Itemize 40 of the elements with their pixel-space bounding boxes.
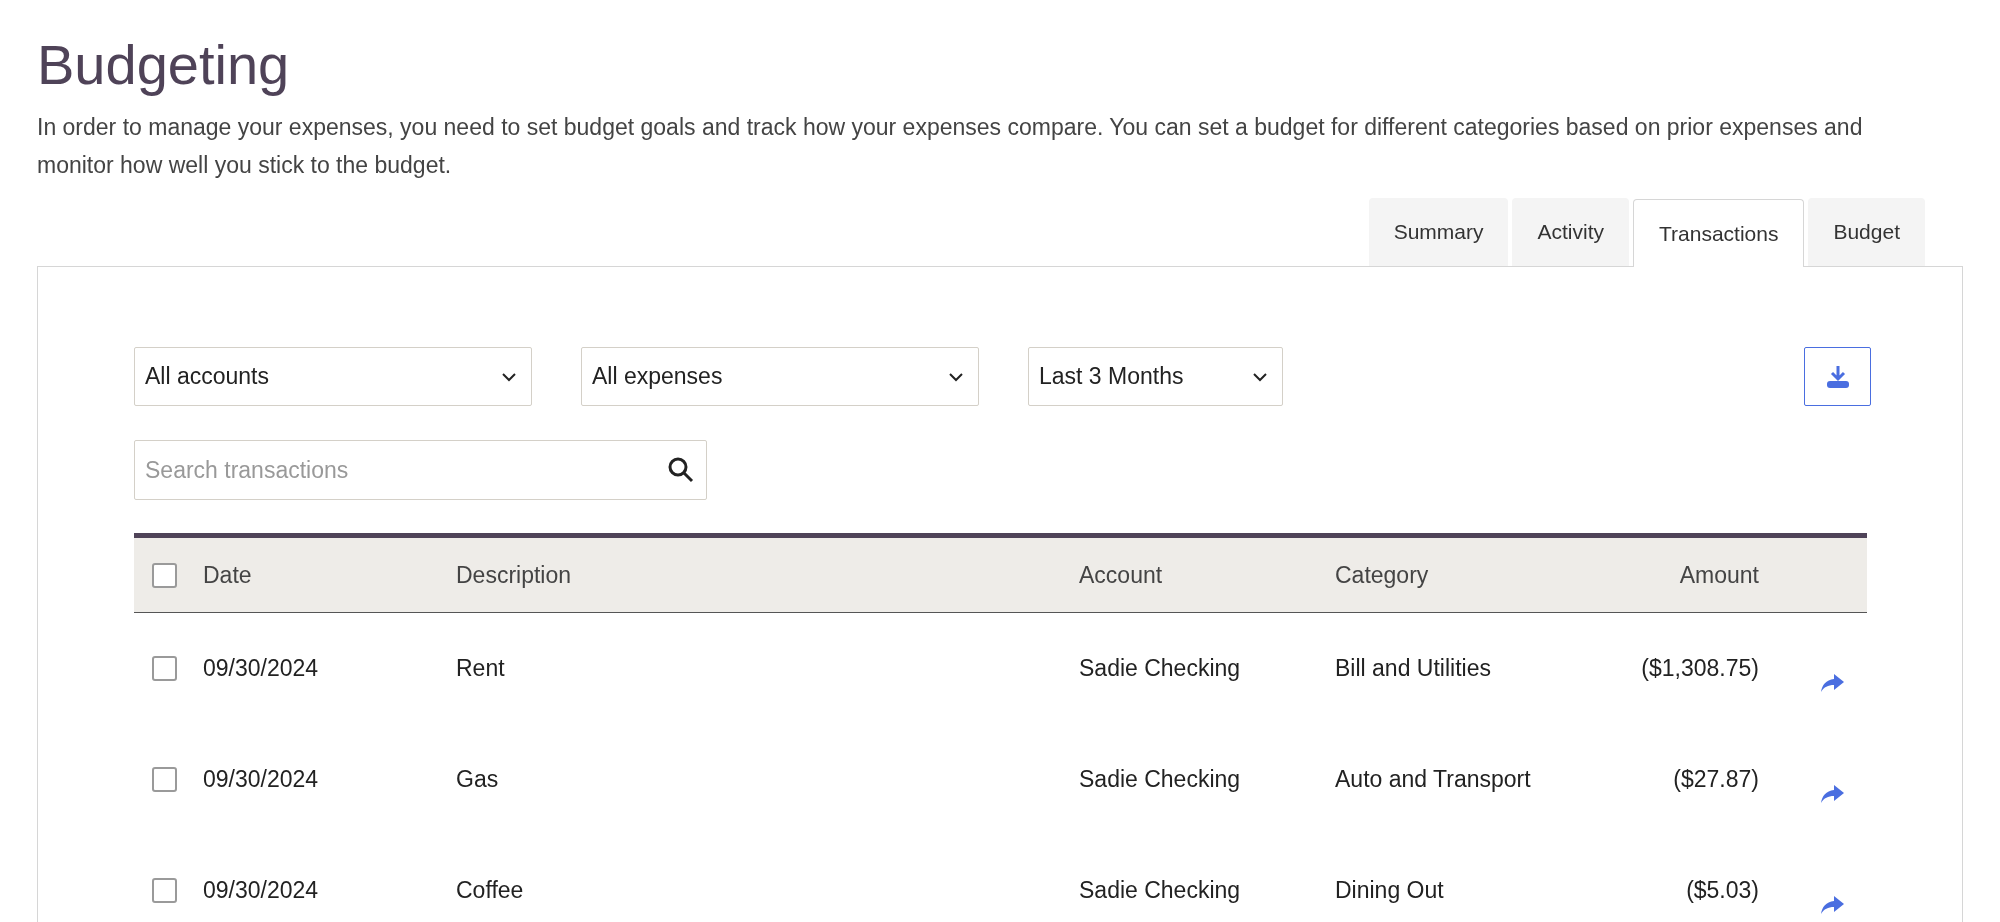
- tab[interactable]: Summary: [1368, 198, 1509, 266]
- search-icon: [667, 456, 695, 484]
- table-cell-text: Sadie Checking: [1079, 654, 1242, 684]
- table-cell-text: 09/30/2024: [203, 876, 320, 906]
- checkbox[interactable]: [152, 656, 177, 681]
- caret-icon: [1252, 371, 1268, 382]
- filter-dropdown[interactable]: All accounts: [134, 347, 532, 406]
- tab[interactable]: Budget: [1808, 198, 1925, 266]
- column-header: Category: [1335, 560, 1430, 590]
- caret-icon: [948, 371, 964, 382]
- page-title: Budgeting: [37, 32, 291, 98]
- table-cell-text: 09/30/2024: [203, 765, 320, 795]
- tab[interactable]: Transactions: [1633, 199, 1805, 267]
- table-cell-text: 09/30/2024: [203, 654, 320, 684]
- checkbox[interactable]: [152, 562, 177, 588]
- column-header: Account: [1079, 560, 1164, 590]
- tab[interactable]: Activity: [1512, 198, 1629, 266]
- caret-icon: [501, 371, 517, 382]
- column-header: Date: [203, 560, 253, 590]
- table-cell-text: Bill and Utilities: [1335, 654, 1492, 684]
- table-cell-text: Dining Out: [1335, 876, 1445, 906]
- download-icon: [1824, 363, 1851, 390]
- table-cell-text: ($1,308.75): [1640, 654, 1759, 684]
- intro-paragraph: In order to manage your expenses, you need to set budget goals and track how your expenses compare. You can set a budget for different categories based on prior expenses and monitor how well you stick to the budget.: [37, 113, 1864, 180]
- table-cell-text: ($27.87): [1672, 765, 1759, 795]
- table-cell-text: Coffee: [456, 876, 525, 906]
- column-header: Description: [456, 560, 573, 590]
- column-header: Amount: [1678, 560, 1759, 590]
- table-cell-text: Auto and Transport: [1335, 765, 1532, 795]
- filter-dropdown[interactable]: Last 3 Months: [1028, 347, 1283, 406]
- table-cell-text: Sadie Checking: [1079, 765, 1242, 795]
- checkbox[interactable]: [152, 767, 177, 792]
- checkbox[interactable]: [152, 878, 177, 903]
- filter-dropdown[interactable]: All expenses: [581, 347, 979, 406]
- table-cell-text: Gas: [456, 765, 500, 795]
- table-cell-text: Sadie Checking: [1079, 876, 1242, 906]
- download-button[interactable]: [1804, 347, 1871, 406]
- table-cell-text: ($5.03): [1685, 876, 1759, 906]
- search-field[interactable]: Search transactions: [134, 440, 707, 500]
- table-cell-text: Rent: [456, 654, 506, 684]
